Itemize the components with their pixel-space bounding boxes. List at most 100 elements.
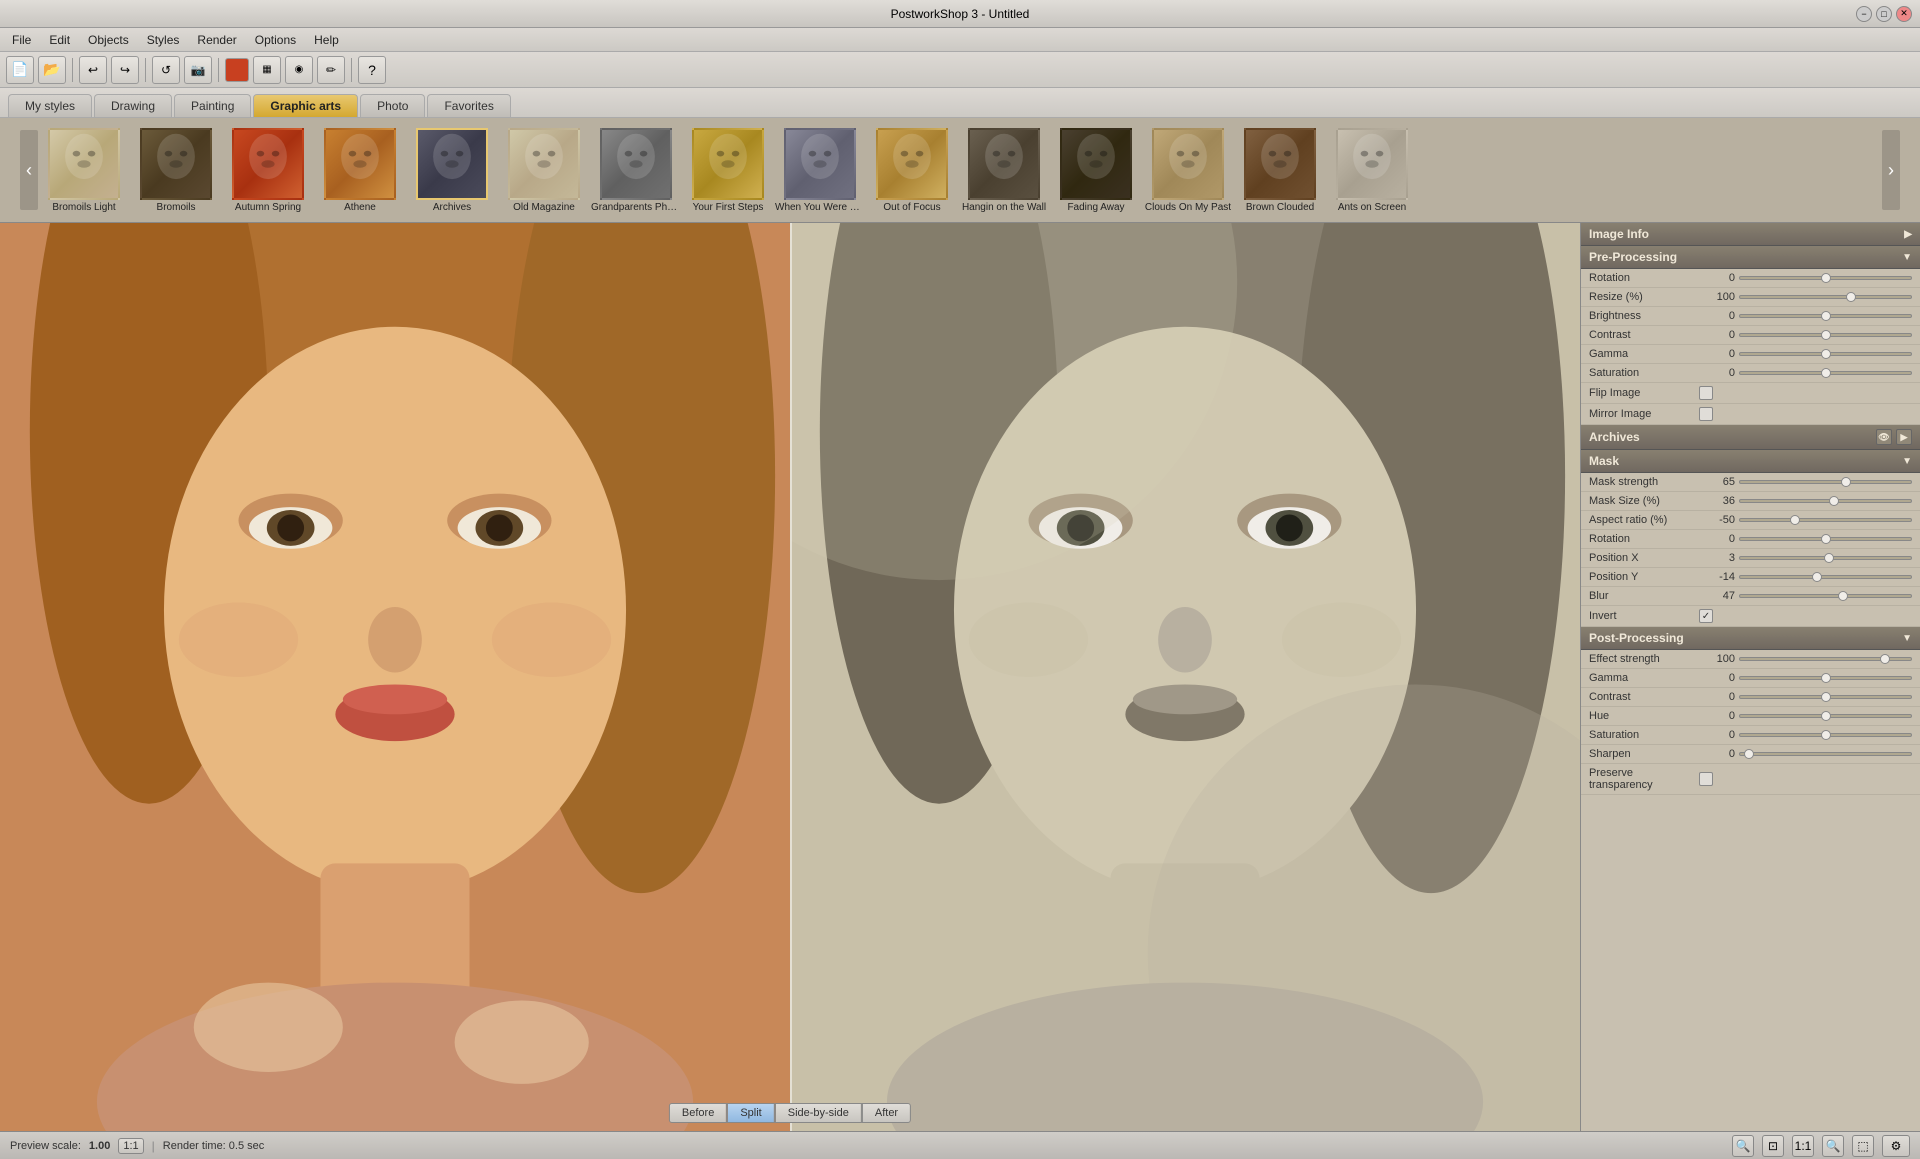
view-after-button[interactable]: After bbox=[862, 1103, 911, 1123]
preset-item-archives[interactable]: Archives bbox=[406, 128, 498, 213]
image-info-header[interactable]: Image Info ▶ bbox=[1581, 223, 1920, 246]
archives-header[interactable]: Archives 👁 ▶ bbox=[1581, 425, 1920, 450]
preset-item-first-steps[interactable]: Your First Steps bbox=[682, 128, 774, 213]
menu-help[interactable]: Help bbox=[306, 31, 347, 49]
preset-label-grandparents: Grandparents Photo bbox=[591, 202, 681, 213]
mask-aspect-slider[interactable] bbox=[1739, 518, 1912, 522]
open-button[interactable]: 📂 bbox=[38, 56, 66, 84]
pre-gamma-slider[interactable] bbox=[1739, 352, 1912, 356]
mask-strength-slider[interactable] bbox=[1739, 480, 1912, 484]
image-info-collapse-icon: ▶ bbox=[1904, 229, 1912, 240]
canvas-divider[interactable] bbox=[790, 223, 792, 1131]
archives-label: Archives bbox=[1589, 430, 1640, 444]
view-sidebyside-button[interactable]: Side-by-side bbox=[775, 1103, 862, 1123]
preset-item-hangin[interactable]: Hangin on the Wall bbox=[958, 128, 1050, 213]
menu-render[interactable]: Render bbox=[189, 31, 244, 49]
pre-processing-header[interactable]: Pre-Processing ▼ bbox=[1581, 246, 1920, 269]
preset-item-focus[interactable]: Out of Focus bbox=[866, 128, 958, 213]
menu-styles[interactable]: Styles bbox=[139, 31, 188, 49]
help-button[interactable]: ? bbox=[358, 56, 386, 84]
preset-item-clouds[interactable]: Clouds On My Past bbox=[1142, 128, 1234, 213]
select-rect-button[interactable]: ▦ bbox=[253, 56, 281, 84]
close-button[interactable]: ✕ bbox=[1896, 6, 1912, 22]
post-sharpen-value: 0 bbox=[1699, 748, 1735, 760]
toolbar-separator-3 bbox=[218, 58, 219, 82]
preset-item-fading[interactable]: Fading Away bbox=[1050, 128, 1142, 213]
pre-resize-slider[interactable] bbox=[1739, 295, 1912, 299]
post-hue-slider[interactable] bbox=[1739, 714, 1912, 718]
redo-button[interactable]: ↪ bbox=[111, 56, 139, 84]
post-effect-slider[interactable] bbox=[1739, 657, 1912, 661]
tab-graphic-arts[interactable]: Graphic arts bbox=[253, 94, 358, 117]
archives-eye-button[interactable]: 👁 bbox=[1876, 429, 1892, 445]
new-button[interactable]: 📄 bbox=[6, 56, 34, 84]
preset-label-clouds: Clouds On My Past bbox=[1143, 202, 1233, 213]
preset-item-young[interactable]: When You Were Young bbox=[774, 128, 866, 213]
preset-item-bromoils[interactable]: Bromoils bbox=[130, 128, 222, 213]
zoom-in-button[interactable]: 🔍 bbox=[1822, 1135, 1844, 1157]
menu-file[interactable]: File bbox=[4, 31, 39, 49]
pre-flip-label: Flip Image bbox=[1589, 387, 1699, 399]
zoom-fit-button[interactable]: ⊡ bbox=[1762, 1135, 1784, 1157]
revert-button[interactable]: ↺ bbox=[152, 56, 180, 84]
mask-posx-slider[interactable] bbox=[1739, 556, 1912, 560]
menubar: File Edit Objects Styles Render Options … bbox=[0, 28, 1920, 52]
menu-options[interactable]: Options bbox=[247, 31, 304, 49]
pre-flip-checkbox[interactable] bbox=[1699, 386, 1713, 400]
post-gamma-slider[interactable] bbox=[1739, 676, 1912, 680]
pre-saturation-slider[interactable] bbox=[1739, 371, 1912, 375]
post-preserve-checkbox[interactable] bbox=[1699, 772, 1713, 786]
capture-button[interactable]: 📷 bbox=[184, 56, 212, 84]
tab-my-styles[interactable]: My styles bbox=[8, 94, 92, 117]
preset-item-old-magazine[interactable]: Old Magazine bbox=[498, 128, 590, 213]
pre-mirror-checkbox[interactable] bbox=[1699, 407, 1713, 421]
pre-rotation-slider[interactable] bbox=[1739, 276, 1912, 280]
window-controls[interactable]: − □ ✕ bbox=[1856, 6, 1912, 22]
tab-photo[interactable]: Photo bbox=[360, 94, 425, 117]
mask-blur-slider[interactable] bbox=[1739, 594, 1912, 598]
tab-painting[interactable]: Painting bbox=[174, 94, 251, 117]
mask-posy-slider[interactable] bbox=[1739, 575, 1912, 579]
pre-contrast-slider[interactable] bbox=[1739, 333, 1912, 337]
select-none-button[interactable] bbox=[225, 58, 249, 82]
presets-next-arrow[interactable]: › bbox=[1882, 130, 1900, 210]
post-saturation-slider[interactable] bbox=[1739, 733, 1912, 737]
preset-item-athene[interactable]: Athene bbox=[314, 128, 406, 213]
preset-item-grandparents[interactable]: Grandparents Photo bbox=[590, 128, 682, 213]
preset-item-bromoils-light[interactable]: Bromoils Light bbox=[38, 128, 130, 213]
pre-brightness-slider[interactable] bbox=[1739, 314, 1912, 318]
view-before-button[interactable]: Before bbox=[669, 1103, 727, 1123]
zoom-11-button[interactable]: 1:1 bbox=[1792, 1135, 1814, 1157]
select-circle-button[interactable]: ◉ bbox=[285, 56, 313, 84]
undo-button[interactable]: ↩ bbox=[79, 56, 107, 84]
post-contrast-slider[interactable] bbox=[1739, 695, 1912, 699]
preset-item-autumn-spring[interactable]: Autumn Spring bbox=[222, 128, 314, 213]
brush-button[interactable]: ✏ bbox=[317, 56, 345, 84]
minimize-button[interactable]: − bbox=[1856, 6, 1872, 22]
tab-drawing[interactable]: Drawing bbox=[94, 94, 172, 117]
mask-size-slider[interactable] bbox=[1739, 499, 1912, 503]
zoom-out-button[interactable]: 🔍 bbox=[1732, 1135, 1754, 1157]
mask-invert-checkbox[interactable]: ✓ bbox=[1699, 609, 1713, 623]
menu-objects[interactable]: Objects bbox=[80, 31, 137, 49]
zoom-window-button[interactable]: ⬚ bbox=[1852, 1135, 1874, 1157]
preview-scale-value: 1.00 bbox=[89, 1140, 110, 1152]
mask-rotation-slider[interactable] bbox=[1739, 537, 1912, 541]
tab-favorites[interactable]: Favorites bbox=[427, 94, 510, 117]
settings-button[interactable]: ⚙ bbox=[1882, 1135, 1910, 1157]
presets-prev-arrow[interactable]: ‹ bbox=[20, 130, 38, 210]
scale-11-button[interactable]: 1:1 bbox=[118, 1138, 143, 1154]
preset-item-brown[interactable]: Brown Clouded bbox=[1234, 128, 1326, 213]
archives-play-button[interactable]: ▶ bbox=[1896, 429, 1912, 445]
maximize-button[interactable]: □ bbox=[1876, 6, 1892, 22]
mask-collapse-icon: ▼ bbox=[1902, 456, 1912, 467]
menu-edit[interactable]: Edit bbox=[41, 31, 78, 49]
post-sharpen-slider[interactable] bbox=[1739, 752, 1912, 756]
view-split-button[interactable]: Split bbox=[727, 1103, 774, 1123]
post-saturation-thumb bbox=[1821, 730, 1831, 740]
post-processing-header[interactable]: Post-Processing ▼ bbox=[1581, 627, 1920, 650]
mask-header[interactable]: Mask ▼ bbox=[1581, 450, 1920, 473]
toolbar-separator-1 bbox=[72, 58, 73, 82]
preset-item-ants[interactable]: Ants on Screen bbox=[1326, 128, 1418, 213]
post-contrast-value: 0 bbox=[1699, 691, 1735, 703]
